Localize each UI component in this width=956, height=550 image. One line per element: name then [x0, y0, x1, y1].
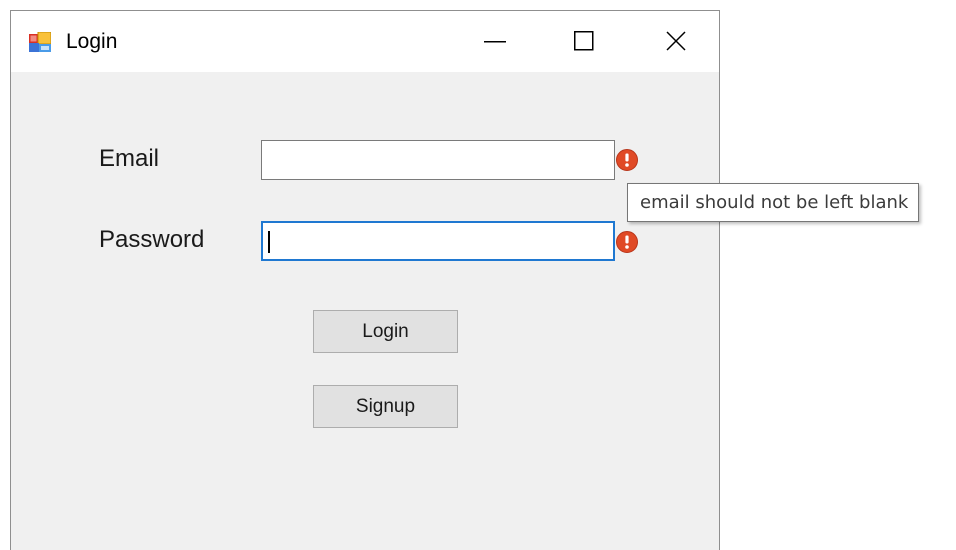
window-title: Login [66, 30, 118, 53]
validation-tooltip: email should not be left blank [627, 183, 920, 222]
password-field[interactable] [261, 221, 615, 261]
close-button[interactable] [640, 11, 710, 72]
error-exclamation-icon[interactable] [616, 231, 638, 253]
title-bar[interactable]: Login [11, 11, 719, 72]
close-icon [666, 31, 686, 51]
signup-button[interactable]: Signup [313, 385, 458, 428]
error-exclamation-icon[interactable] [616, 149, 638, 171]
login-window: Login Email Password Login Signup [10, 10, 720, 550]
minimize-button[interactable] [461, 11, 531, 72]
app-icon [29, 31, 52, 52]
password-label: Password [99, 226, 205, 253]
email-field[interactable] [261, 140, 615, 180]
login-button[interactable]: Login [313, 310, 458, 353]
maximize-button[interactable] [556, 11, 626, 72]
maximize-icon [574, 31, 594, 51]
minimize-icon [484, 41, 506, 43]
email-label: Email [99, 145, 160, 172]
text-caret [268, 231, 270, 253]
